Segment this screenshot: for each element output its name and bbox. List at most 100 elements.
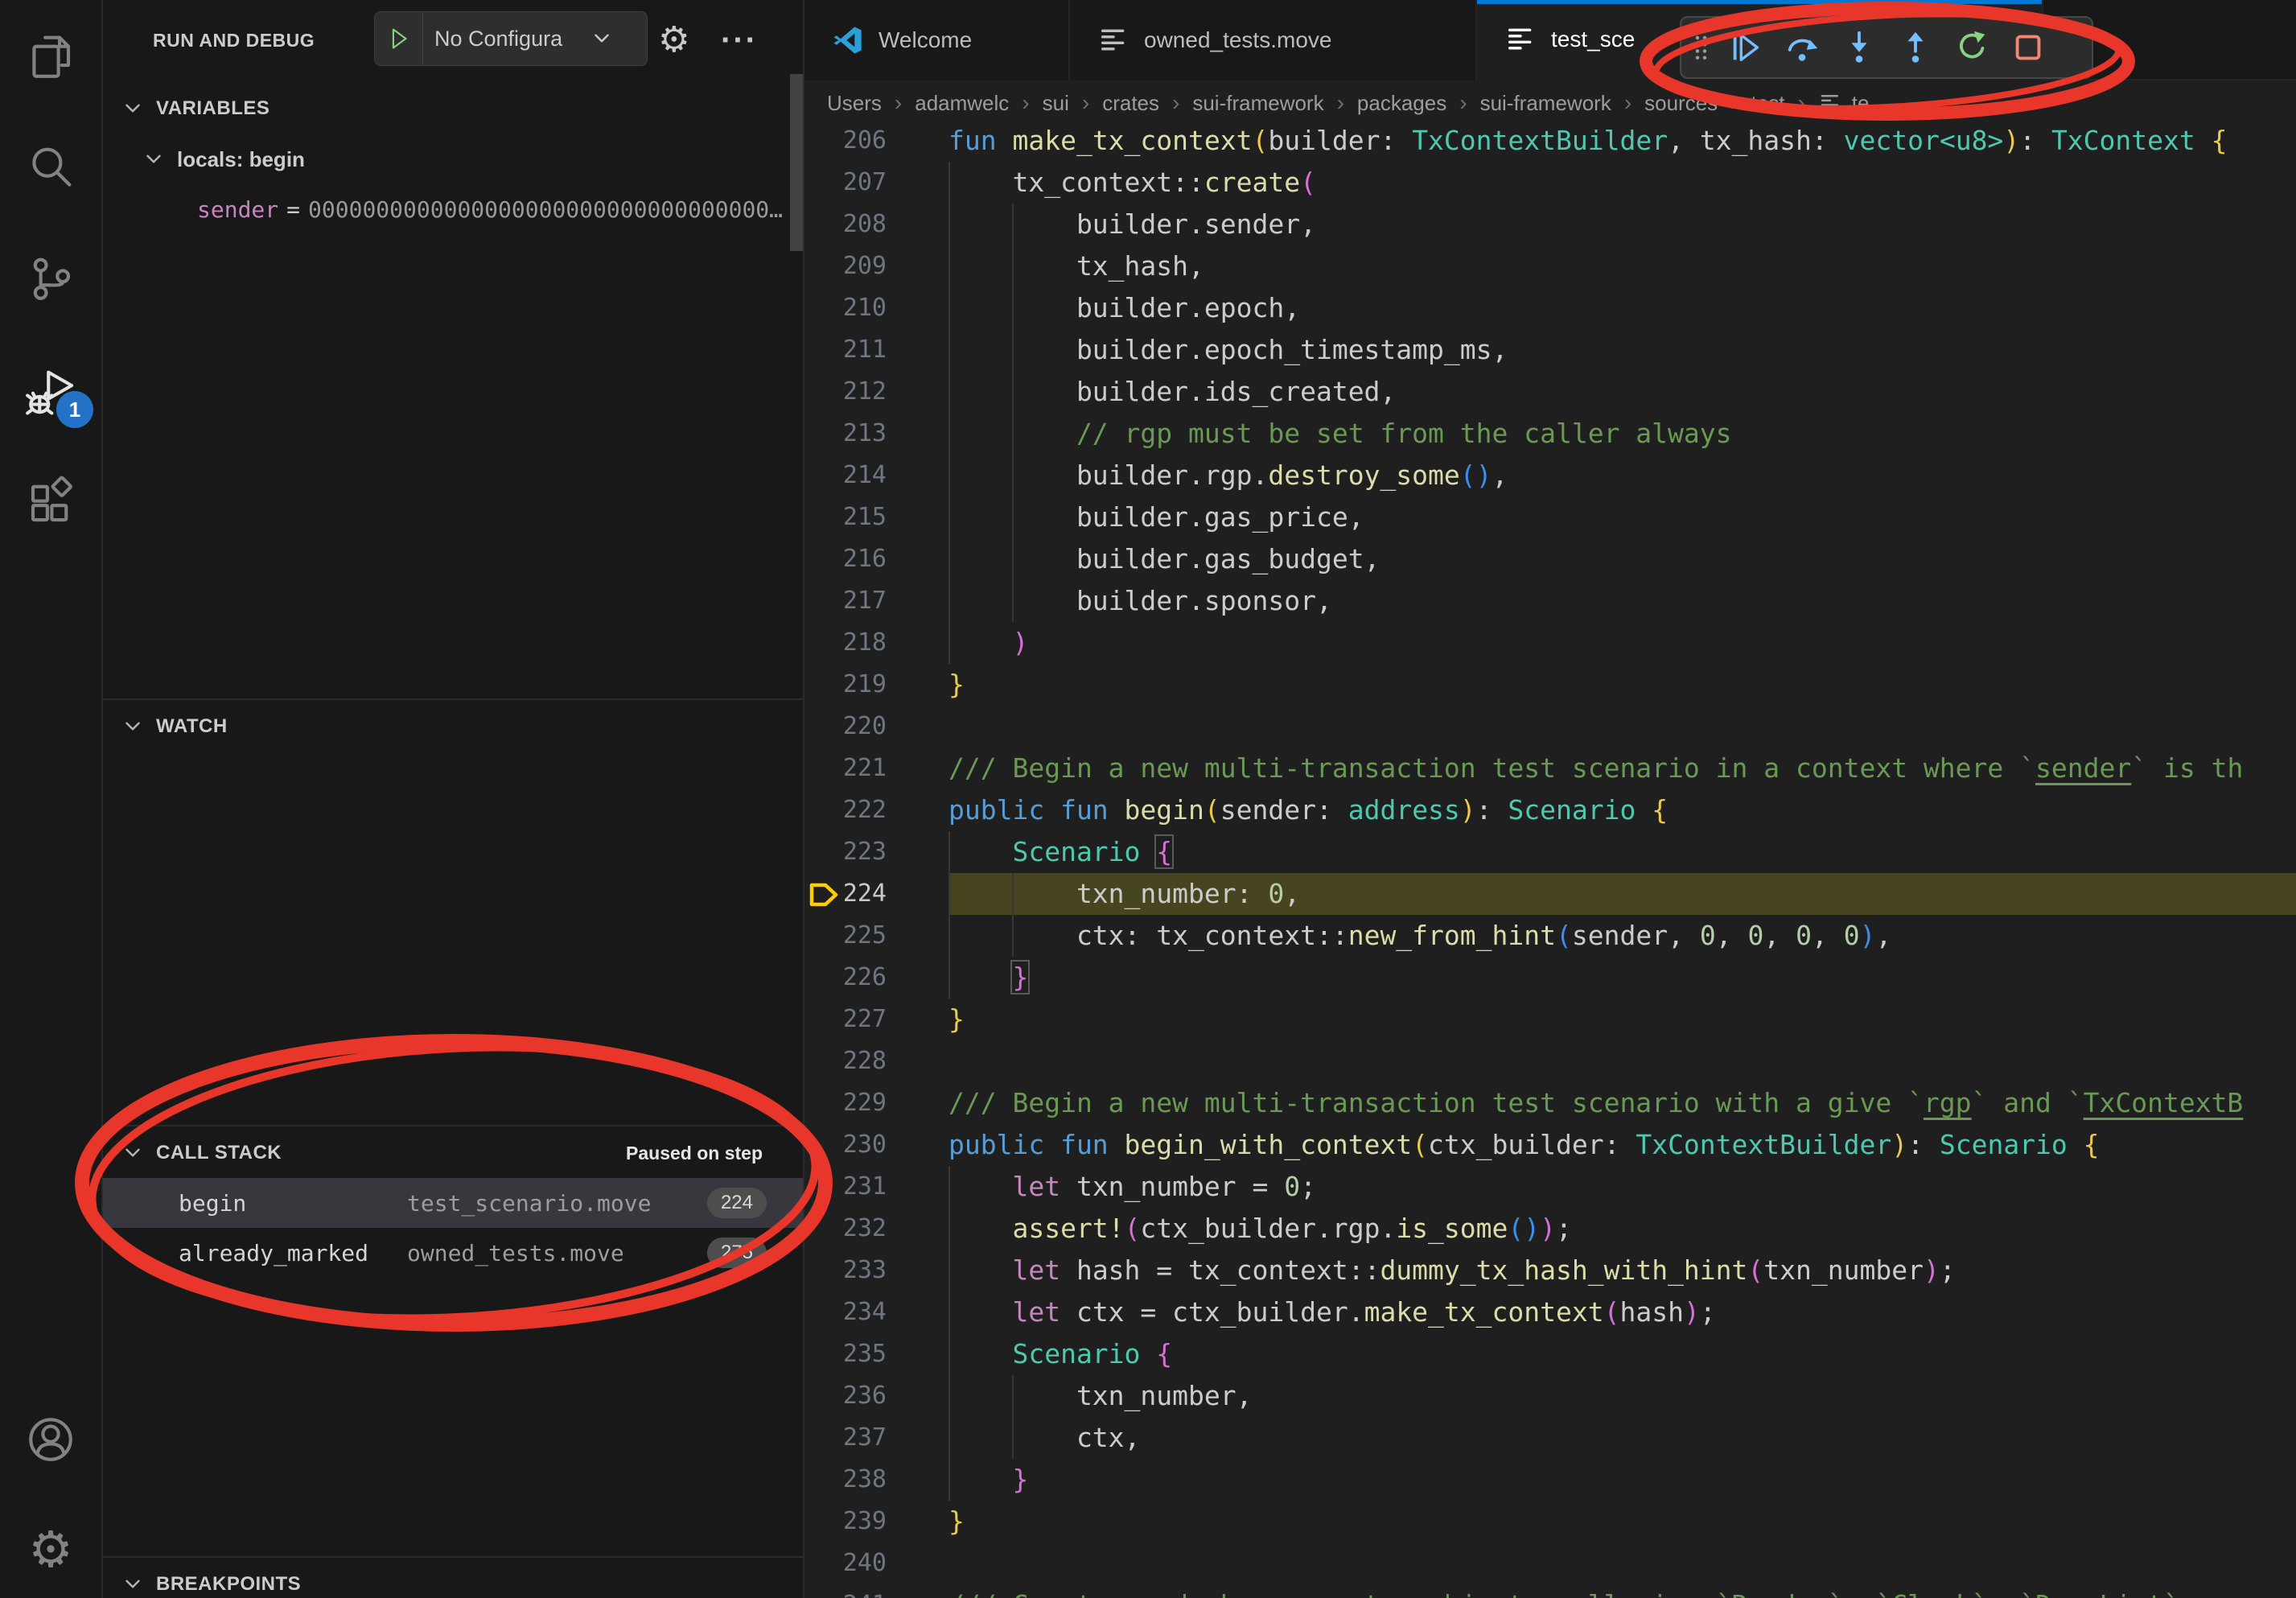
line-number: 235 [804,1333,887,1375]
call-stack-section-header[interactable]: CALL STACK Paused on step [103,1128,803,1178]
token: let [1012,1296,1060,1328]
breadcrumb-item[interactable]: crates [1102,91,1159,116]
token: sender, [1572,920,1700,951]
token: txn_number [1763,1254,1924,1286]
token: txn_number = [1060,1171,1284,1202]
section-divider [103,1125,803,1126]
indent-guide [1012,873,1076,915]
line-number: 220 [804,706,887,748]
folding-gutter [887,831,948,873]
folding-gutter [887,580,948,622]
chevron-down-icon [121,95,145,123]
breadcrumb-item[interactable]: sources [1644,91,1718,116]
token: let [1012,1254,1060,1286]
token: 0 [1796,920,1812,951]
paused-status-badge: Paused on step [626,1143,763,1164]
indent-guide [948,1250,1012,1291]
stop-button[interactable] [2002,21,2055,74]
drag-handle-button[interactable] [1688,21,1717,74]
code-text: builder.ids_created, [948,371,2296,413]
activity-item-extensions[interactable] [0,454,101,550]
watch-section-header[interactable]: WATCH [103,702,803,752]
line-number: 214 [804,455,887,496]
activity-item-search[interactable] [0,120,101,216]
token: ) [2003,126,2019,156]
variable-row[interactable]: sender = 0000000000000000000000000000000… [103,184,803,234]
tab-owned_tests-move[interactable]: owned_tests.move [1070,0,1477,80]
token: ` and ` [1972,1087,2084,1118]
token: ctx = ctx_builder. [1060,1296,1364,1328]
call-stack-frame[interactable]: begintest_scenario.move224 [103,1178,803,1228]
folding-gutter [887,455,948,496]
token: Scenario [1012,836,1140,867]
tab-welcome[interactable]: Welcome [804,0,1070,80]
activity-item-source-control[interactable] [0,230,101,327]
activity-item-account[interactable] [0,1391,101,1488]
breadcrumb-item[interactable]: sui-framework [1192,91,1323,116]
launch-configuration-dropdown[interactable]: No Configura [374,11,648,66]
activity-item-explorer[interactable] [0,8,101,105]
variables-section-header[interactable]: VARIABLES [103,84,803,134]
indent-guide [1012,455,1076,496]
code-line-206: 206fun make_tx_context(builder: TxContex… [804,126,2296,162]
code-line-212: 212 builder.ids_created, [804,371,2296,413]
indent-guide [1012,580,1076,622]
source-control-icon [24,252,77,305]
code-editor[interactable]: 206fun make_tx_context(builder: TxContex… [804,126,2296,1598]
step-into-button[interactable] [1833,21,1886,74]
breadcrumb-item[interactable]: packages [1357,91,1446,116]
activity-item-settings[interactable]: ⚙ [0,1501,101,1598]
activity-item-run-and-debug[interactable]: 1 [0,343,101,439]
start-debugging-icon[interactable] [375,12,423,65]
breakpoints-section-header[interactable]: BREAKPOINTS [103,1559,803,1598]
move-file-icon [1818,91,1842,115]
token: ( [1125,1213,1141,1244]
token: ctx: tx_context:: [1076,920,1348,951]
token: Scenario [1508,794,1636,826]
token: /// Creates and shares system objects, a… [948,1589,1732,1598]
breadcrumb-separator: › [1797,90,1804,116]
breadcrumb-item[interactable]: sui [1043,91,1069,116]
step-out-button[interactable] [1889,21,1942,74]
token: : [1476,794,1508,826]
continue-button[interactable] [1720,21,1773,74]
call-stack-frame[interactable]: already_markedowned_tests.move275 [103,1228,803,1278]
token: rgp [1924,1087,1972,1118]
line-number: 225 [804,915,887,957]
restart-button[interactable] [1945,21,1998,74]
token: { [2084,1129,2100,1160]
token: assert! [1012,1213,1124,1244]
breadcrumb-file-label: te [1852,91,1870,116]
breadcrumb-item[interactable]: adamwelc [915,91,1009,116]
breadcrumb-item[interactable]: test [1751,91,1785,116]
folding-gutter [887,664,948,706]
code-line-230: 230public fun begin_with_context(ctx_bui… [804,1124,2296,1166]
token: sender: [1220,794,1348,826]
line-number: 207 [804,162,887,204]
indent-guide [1012,204,1076,245]
line-number: 223 [804,831,887,873]
token: { [2212,126,2228,156]
indent-guide [1012,329,1076,371]
breadcrumb-file[interactable]: te [1818,91,1870,116]
views-more-actions-button[interactable]: ··· [721,0,758,80]
frame-function-name: begin [179,1190,407,1217]
chevron-down-icon [142,146,166,174]
token: ( [1204,794,1220,826]
indent-guide [948,1291,1012,1333]
breadcrumb-separator: › [1337,90,1344,116]
step-over-button[interactable] [1776,21,1829,74]
token: address [1348,794,1460,826]
debug-settings-gear-icon[interactable]: ⚙ [658,0,689,80]
frame-line-badge: 224 [707,1188,767,1218]
breadcrumb-item[interactable]: sui-framework [1480,91,1611,116]
token: TxContextBuilder [1412,126,1668,156]
sidebar-scrollbar[interactable] [790,74,803,251]
code-line-209: 209 tx_hash, [804,245,2296,287]
chevron-down-icon [121,713,145,741]
variables-scope-row[interactable]: locals: begin [103,134,803,184]
breadcrumb-item[interactable]: Users [827,91,882,116]
token: ) [1860,920,1876,951]
code-text: builder.epoch_timestamp_ms, [948,329,2296,371]
folding-gutter [887,126,948,162]
